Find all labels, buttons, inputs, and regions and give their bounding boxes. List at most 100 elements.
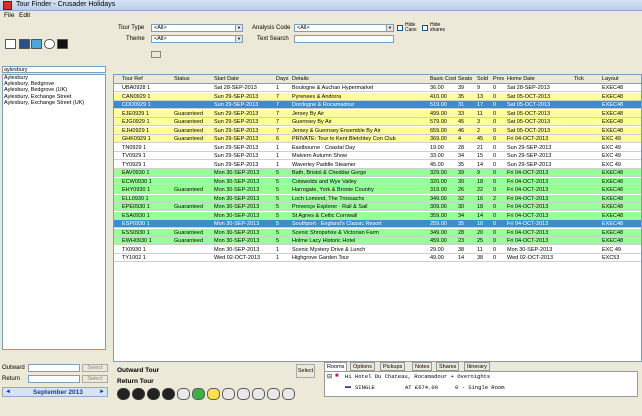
- cell-start: Sun 29-SEP-2013: [214, 102, 259, 108]
- menu-file[interactable]: File: [4, 12, 14, 19]
- tab-options[interactable]: Options: [350, 362, 375, 371]
- coach-icon[interactable]: [117, 388, 130, 400]
- seat-icon[interactable]: [192, 388, 205, 400]
- table-row[interactable]: TY1002 1 Wed 02-OCT-2013 1 Highgrove Garden…: [114, 254, 641, 262]
- refresh-icon[interactable]: [44, 39, 55, 49]
- table-row[interactable]: TV0929 1 Sun 29-SEP-2013 1 Malvern Autumn S…: [114, 152, 641, 160]
- column-header[interactable]: Home Date: [507, 76, 535, 82]
- table-row[interactable]: CDD0929 1 Sun 29-SEP-2013 7 Dordogne & Roca…: [114, 101, 641, 109]
- cell-start: Sat 28-SEP-2013: [214, 85, 257, 91]
- column-header[interactable]: Prov: [493, 76, 504, 82]
- toolbar: Tour Type <All> ▼ Theme <All> ▼ Analysis C…: [0, 21, 642, 65]
- return-select-button[interactable]: Select: [82, 375, 108, 383]
- column-header[interactable]: Sold: [477, 76, 488, 82]
- column-header[interactable]: Basic Cost: [430, 76, 456, 82]
- location-search-input[interactable]: aylesbury: [2, 66, 106, 73]
- text-search-input[interactable]: [294, 35, 394, 43]
- table-row[interactable]: ESA0930 1 Mon 30-SEP-2013 5 St Agnes & Celt…: [114, 211, 641, 220]
- tab-notes[interactable]: Notes: [412, 362, 433, 371]
- grid-icon[interactable]: [57, 39, 68, 49]
- column-header[interactable]: Details: [292, 76, 309, 82]
- table-row[interactable]: CAN0929 1 Sun 29-SEP-2013 7 Pyrenees & Ando…: [114, 92, 641, 101]
- return-field[interactable]: [28, 375, 80, 383]
- cell-start: Mon 30-SEP-2013: [214, 170, 260, 176]
- cell-seats: 23: [458, 238, 465, 244]
- theme-select[interactable]: <All> ▼: [151, 35, 243, 43]
- coach-icon[interactable]: [132, 388, 145, 400]
- outward-field[interactable]: [28, 364, 80, 372]
- outward-select-button[interactable]: Select: [82, 364, 108, 372]
- tab-itinerary[interactable]: Itinerary: [464, 362, 490, 371]
- cell-layout: EXEC48: [602, 221, 624, 227]
- hide-canx-checkbox[interactable]: [397, 25, 403, 31]
- table-row[interactable]: GHK0929 1 Guaranteed Sun 29-SEP-2013 6 PRIVA…: [114, 135, 641, 143]
- cell-ref: EAV0930 1: [122, 170, 150, 176]
- table-row[interactable]: EPE0930 1 Guaranteed Mon 30-SEP-2013 5 Prove…: [114, 203, 641, 211]
- cell-seats: 31: [458, 102, 465, 108]
- cell-days: 5: [276, 178, 280, 185]
- next-month-icon[interactable]: ►: [99, 389, 105, 395]
- calendar-icon[interactable]: [31, 39, 42, 49]
- cell-sold: 13: [477, 93, 484, 100]
- table-row[interactable]: EJG0929 1 Guaranteed Sun 29-SEP-2013 7 Guern…: [114, 118, 641, 126]
- seat-icon[interactable]: [237, 388, 250, 400]
- tour-grid[interactable]: Tour Ref Status Start Date Days Details …: [113, 74, 642, 362]
- table-row[interactable]: EJH0929 1 Guaranteed Sun 29-SEP-2013 7 Jerse…: [114, 126, 641, 135]
- cell-prov: 0: [493, 144, 497, 151]
- list-item[interactable]: Aylesbury, Exchange Street (UK): [3, 100, 105, 106]
- hide-shares-checkbox[interactable]: [422, 25, 428, 31]
- seat-icon[interactable]: [207, 388, 220, 400]
- home-icon[interactable]: [5, 39, 16, 49]
- cell-ref: ESS0930 1: [122, 229, 150, 236]
- table-row[interactable]: ECW0930 1 Mon 30-SEP-2013 5 Cotswolds and W…: [114, 177, 641, 186]
- seat-icon[interactable]: [222, 388, 235, 400]
- column-header[interactable]: Seats: [458, 76, 472, 82]
- column-header[interactable]: Tick: [574, 76, 584, 82]
- tab-shares[interactable]: Shares: [436, 362, 460, 371]
- menu-edit[interactable]: Edit: [19, 12, 30, 19]
- analysis-code-select[interactable]: <All> ▼: [294, 24, 394, 32]
- table-row[interactable]: TN0929 1 Sun 29-SEP-2013 1 Eastbourne · Coa…: [114, 143, 641, 152]
- prev-month-icon[interactable]: ◄: [5, 389, 11, 395]
- cell-cost: 579.00: [430, 119, 447, 125]
- cell-ref: CAN0929 1: [122, 93, 151, 100]
- seat-icon[interactable]: [267, 388, 280, 400]
- cell-start: Sun 29-SEP-2013: [214, 153, 259, 159]
- table-row[interactable]: ESP0930 1 Mon 30-SEP-2013 5 Southport · Eng…: [114, 220, 641, 228]
- table-row[interactable]: ELL0930 1 Mon 30-SEP-2013 5 Loch Lomond, Th…: [114, 194, 641, 203]
- table-row[interactable]: TY0929 1 Sun 29-SEP-2013 1 Waverley Paddle …: [114, 160, 641, 169]
- select-button[interactable]: Select: [296, 364, 315, 378]
- table-row[interactable]: TX0930 1 Mon 30-SEP-2013 1 Scenic Mystery D…: [114, 245, 641, 254]
- column-header[interactable]: Layout: [602, 76, 619, 82]
- tour-type-select[interactable]: <All> ▼: [151, 24, 243, 32]
- cell-home: Fri 04-OCT-2013: [507, 195, 549, 202]
- location-list[interactable]: Aylesbury Aylesbury, Bedgrove Aylesbury,…: [2, 74, 106, 350]
- seat-icon[interactable]: [252, 388, 265, 400]
- coach-icon[interactable]: [162, 388, 175, 400]
- column-header[interactable]: Tour Ref: [122, 76, 143, 82]
- table-row[interactable]: ESS0930 1 Guaranteed Mon 30-SEP-2013 5 Sceni…: [114, 228, 641, 237]
- ellipsis-button[interactable]: [151, 51, 161, 58]
- table-row[interactable]: EWH0930 1 Guaranteed Mon 30-SEP-2013 5 Holme…: [114, 237, 641, 245]
- theme-value: <All>: [154, 36, 167, 42]
- cell-details: Jersey & Guernsey Ensemble By Air: [292, 127, 381, 134]
- coach-icon[interactable]: [147, 388, 160, 400]
- cell-cost: 359.00: [430, 212, 447, 219]
- collapse-icon[interactable]: ⊟: [327, 373, 332, 380]
- table-row[interactable]: EAV0930 1 Mon 30-SEP-2013 5 Bath, Bristol &…: [114, 169, 641, 177]
- table-row[interactable]: UBA0928 1 Sat 28-SEP-2013 1 Boulogne & Auch…: [114, 84, 641, 92]
- tab-pickups[interactable]: Pickups: [380, 362, 406, 371]
- print-icon[interactable]: [19, 39, 30, 49]
- cell-details: Harrogate, York & Bronte Country: [292, 187, 374, 193]
- table-row[interactable]: EHY0930 1 Guaranteed Mon 30-SEP-2013 5 Harro…: [114, 186, 641, 194]
- column-header[interactable]: Days: [276, 76, 289, 82]
- cell-prov: 0: [493, 161, 497, 168]
- seat-icon[interactable]: [177, 388, 190, 400]
- seat-icon[interactable]: [282, 388, 295, 400]
- tab-rooms[interactable]: Rooms: [324, 362, 348, 371]
- table-row[interactable]: EJE0929 1 Guaranteed Sun 29-SEP-2013 7 Jerse…: [114, 109, 641, 118]
- cell-seats: 46: [458, 127, 465, 134]
- chevron-down-icon: ▼: [235, 36, 242, 42]
- column-header[interactable]: Start Date: [214, 76, 239, 82]
- column-header[interactable]: Status: [174, 76, 190, 82]
